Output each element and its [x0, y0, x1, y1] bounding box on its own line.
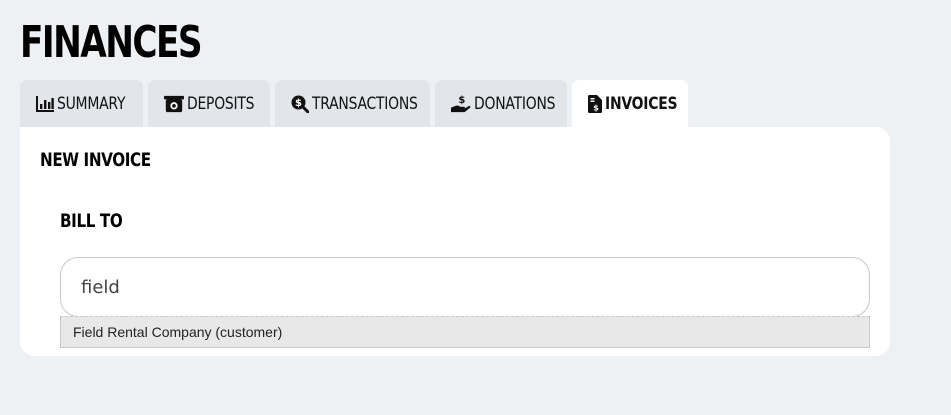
tab-donations-label: DONATIONS [474, 93, 556, 114]
tab-transactions[interactable]: $ TRANSACTIONS [275, 80, 430, 127]
suggestion-item[interactable]: Field Rental Company (customer) [61, 317, 869, 347]
hand-holding-dollar-icon: $ [451, 94, 471, 114]
tab-deposits-label: DEPOSITS [187, 93, 255, 114]
finances-page: FINANCES SUMMARY DEPOSITS $ TRANSACTIONS… [0, 0, 951, 415]
tab-donations[interactable]: $ DONATIONS [435, 80, 567, 127]
svg-text:$: $ [295, 98, 302, 109]
file-invoice-dollar-icon: $ [588, 94, 602, 114]
finance-tabs: SUMMARY DEPOSITS $ TRANSACTIONS $ DONATI… [20, 80, 688, 127]
bill-to-input[interactable] [60, 257, 870, 317]
tab-invoices[interactable]: $ INVOICES [572, 80, 688, 127]
svg-text:$: $ [458, 95, 465, 106]
tab-summary-label: SUMMARY [57, 93, 126, 114]
new-invoice-panel: NEW INVOICE BILL TO Field Rental Company… [20, 127, 890, 356]
tab-invoices-label: INVOICES [605, 93, 678, 114]
bill-to-label: BILL TO [60, 210, 123, 232]
tab-summary[interactable]: SUMMARY [20, 80, 143, 127]
tab-transactions-label: TRANSACTIONS [312, 93, 418, 114]
tab-deposits[interactable]: DEPOSITS [148, 80, 270, 127]
svg-text:$: $ [593, 103, 599, 112]
search-dollar-icon: $ [291, 94, 309, 114]
cash-register-icon [164, 94, 184, 114]
page-title: FINANCES [20, 17, 203, 68]
new-invoice-heading: NEW INVOICE [40, 149, 151, 171]
bill-to-suggestions: Field Rental Company (customer) [60, 316, 870, 348]
bar-chart-icon [36, 94, 54, 114]
